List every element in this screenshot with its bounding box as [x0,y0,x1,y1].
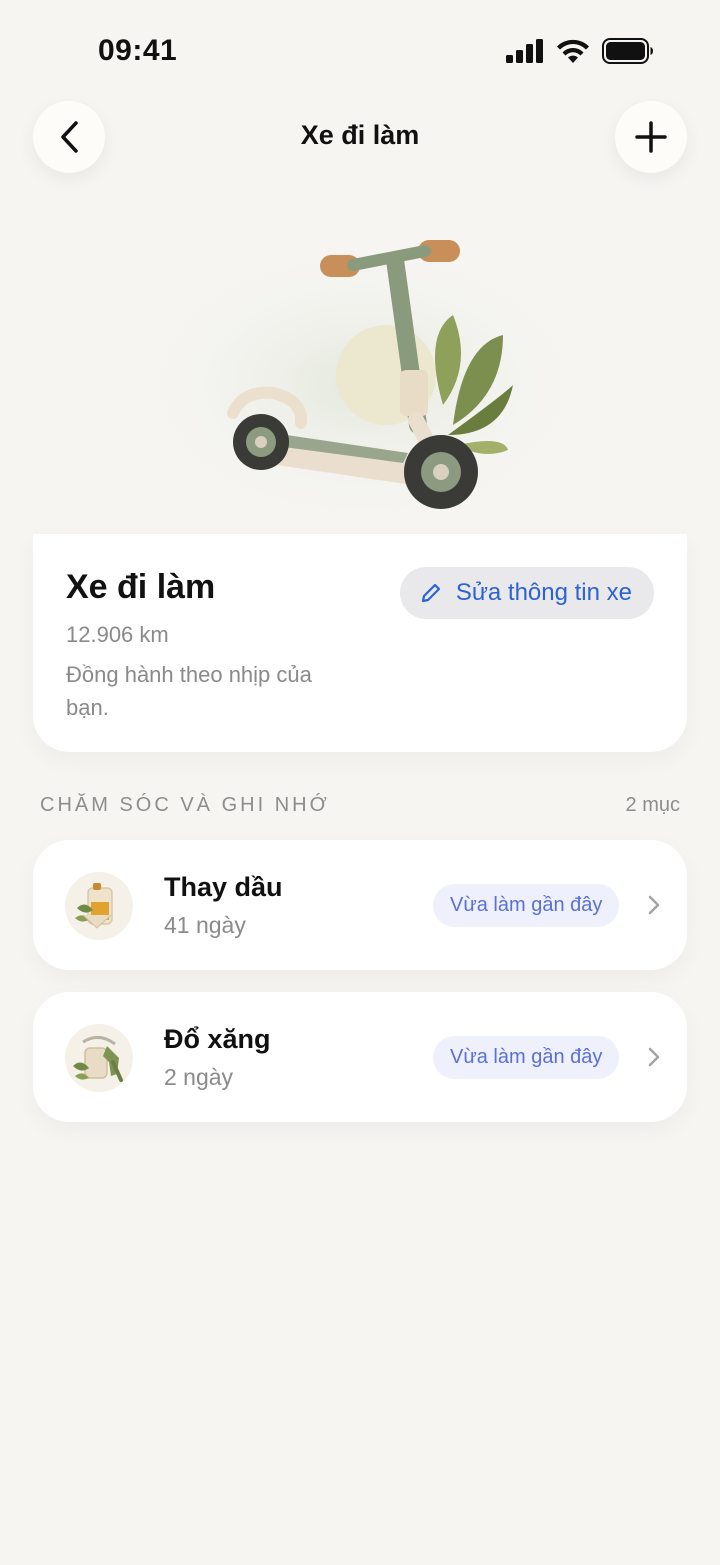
add-button[interactable] [615,101,687,173]
item-subtitle: 2 ngày [164,1064,234,1090]
item-title: Thay dầu [164,872,283,902]
vehicle-illustration [33,195,687,540]
page-title: Xe đi làm [300,120,420,150]
wifi-icon [557,39,589,63]
fuel-pump-icon [63,1022,135,1094]
chevron-right-icon [648,895,660,915]
vehicle-name: Xe đi làm [66,568,216,606]
status-time: 09:41 [98,34,178,67]
vehicle-tagline: Đồng hành theo nhịp của bạn. [66,662,312,720]
chevron-right-icon [648,1047,660,1067]
edit-vehicle-button[interactable]: Sửa thông tin xe [399,567,654,619]
pencil-icon [421,583,440,603]
status-icons [506,38,654,64]
item-subtitle: 41 ngày [164,912,246,938]
plus-icon [635,121,667,153]
section-count: 2 mục [625,794,680,816]
cellular-signal-icon [506,39,543,63]
list-item-oil-change[interactable]: Thay dầu 41 ngày Vừa làm gần đây [33,840,687,970]
battery-icon [602,38,653,64]
section-title: CHĂM SÓC VÀ GHI NHỚ [40,794,330,816]
item-title: Đổ xăng [164,1024,271,1054]
vehicle-info-card: Xe đi làm 12.906 km Đồng hành theo nhịp … [33,534,687,752]
vehicle-odometer: 12.906 km [66,622,169,647]
status-bar: 09:41 [0,0,720,100]
status-badge: Vừa làm gần đây [433,884,620,927]
oil-can-icon [63,870,135,942]
scooter-icon [123,235,603,535]
list-item-refuel[interactable]: Đổ xăng 2 ngày Vừa làm gần đây [33,992,687,1122]
edit-vehicle-label: Sửa thông tin xe [455,579,632,606]
status-badge: Vừa làm gần đây [433,1036,620,1079]
